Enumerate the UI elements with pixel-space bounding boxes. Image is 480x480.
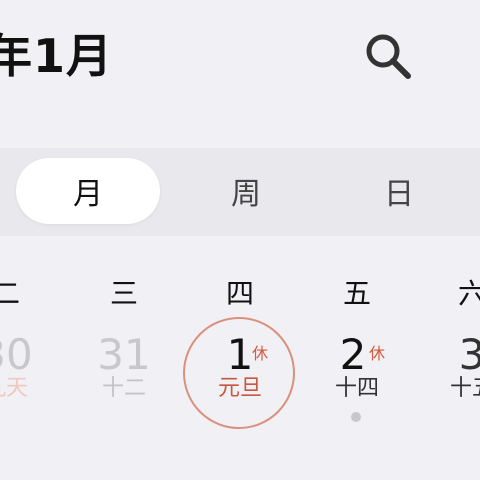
search-button[interactable] <box>360 28 416 84</box>
lunar-label: 十五 <box>449 376 480 401</box>
tab-month[interactable]: 月 <box>16 158 160 224</box>
weekday-label: 五 <box>342 277 371 310</box>
day-cell[interactable]: 3 十五 <box>414 332 480 432</box>
weekday-label: 六 <box>457 277 480 310</box>
event-dot <box>351 412 361 422</box>
view-switcher: 月 周 日 <box>0 148 480 236</box>
day-number: 1 <box>226 330 254 379</box>
lunar-label: 十二 <box>101 376 146 401</box>
holiday-label: 元旦 <box>217 376 262 401</box>
month-title: 年1月 <box>0 29 114 83</box>
day-cell[interactable]: 30 九天 <box>0 332 64 432</box>
weekday-label: 三 <box>109 277 138 310</box>
tab-day[interactable]: 日 <box>332 158 466 224</box>
lunar-label: 九天 <box>0 376 28 401</box>
day-number: 31 <box>97 330 151 379</box>
tab-week[interactable]: 周 <box>176 158 316 224</box>
search-icon <box>366 34 411 79</box>
day-cell-today[interactable]: 1 休 元旦 <box>182 332 298 432</box>
weekday-label: 二 <box>0 277 20 310</box>
lunar-label: 十四 <box>334 376 379 401</box>
rest-badge: 休 <box>252 344 269 363</box>
day-number: 2 <box>339 330 367 379</box>
weekday-label: 四 <box>225 277 254 310</box>
day-number: 30 <box>0 330 33 379</box>
day-number: 3 <box>458 330 480 379</box>
rest-badge: 休 <box>369 344 386 363</box>
day-cell[interactable]: 31 十二 <box>66 332 182 432</box>
